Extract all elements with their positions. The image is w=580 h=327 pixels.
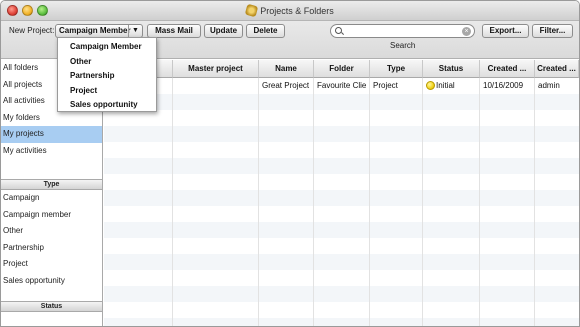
clear-search-icon[interactable]: ×	[462, 27, 471, 36]
table-row	[104, 302, 579, 318]
new-project-combo[interactable]: Campaign Member ▼	[55, 24, 143, 38]
column-header-type[interactable]: Type	[370, 60, 423, 78]
column-header-created-date[interactable]: Created ...	[480, 60, 535, 78]
type-section-header: Type	[1, 179, 102, 190]
status-section-header: Status	[1, 301, 102, 312]
update-button[interactable]: Update	[204, 24, 243, 38]
new-project-dropdown-menu: Campaign Member Other Partnership Projec…	[57, 37, 157, 112]
column-divider	[172, 78, 173, 326]
table-row	[104, 110, 579, 126]
cell-type: Project	[373, 81, 398, 90]
table-row	[104, 126, 579, 142]
table-row	[104, 318, 579, 326]
sidebar-item-my-projects[interactable]: My projects	[1, 126, 102, 143]
column-divider	[422, 78, 423, 326]
table-row	[104, 174, 579, 190]
title-bar: Projects & Folders	[1, 1, 579, 21]
search-icon	[335, 27, 342, 34]
type-item-sales-opportunity[interactable]: Sales opportunity	[1, 273, 102, 290]
table-row	[104, 206, 579, 222]
table-row	[104, 222, 579, 238]
new-project-value: Campaign Member	[59, 26, 131, 35]
cell-folder: Favourite Clie	[317, 81, 367, 90]
column-header-folder[interactable]: Folder	[314, 60, 370, 78]
column-header-name[interactable]: Name	[259, 60, 314, 78]
projects-folders-icon	[244, 3, 259, 18]
table-row	[104, 238, 579, 254]
export-button[interactable]: Export...	[482, 24, 529, 38]
projects-table: Master project Name Folder Type Status C…	[104, 60, 579, 326]
type-item-project[interactable]: Project	[1, 256, 102, 273]
status-dot-icon	[426, 81, 435, 90]
table-row	[104, 142, 579, 158]
menu-item-other[interactable]: Other	[58, 55, 156, 70]
table-row	[104, 270, 579, 286]
filter-button[interactable]: Filter...	[532, 24, 573, 38]
search-field[interactable]: ×	[330, 24, 475, 38]
cell-master-project	[173, 78, 259, 94]
cell-name: Great Project	[262, 81, 310, 90]
cell-status-text: Initial	[436, 81, 455, 90]
sidebar-item-my-activities[interactable]: My activities	[1, 143, 102, 160]
menu-item-sales-opportunity[interactable]: Sales opportunity	[58, 98, 156, 113]
window-title: Projects & Folders	[260, 6, 334, 16]
type-item-campaign[interactable]: Campaign	[1, 190, 102, 207]
menu-item-campaign-member[interactable]: Campaign Member	[58, 40, 156, 55]
delete-button[interactable]: Delete	[246, 24, 285, 38]
table-row	[104, 158, 579, 174]
type-item-other[interactable]: Other	[1, 223, 102, 240]
table-row	[104, 190, 579, 206]
cell-created-date: 10/16/2009	[483, 81, 524, 90]
window-title-wrap: Projects & Folders	[1, 3, 579, 18]
type-item-partnership[interactable]: Partnership	[1, 240, 102, 257]
table-row	[104, 94, 579, 110]
menu-item-partnership[interactable]: Partnership	[58, 69, 156, 84]
cell-status: Initial	[423, 78, 480, 94]
type-item-campaign-member[interactable]: Campaign member	[1, 207, 102, 224]
search-label: Search	[390, 41, 416, 50]
column-divider	[369, 78, 370, 326]
mass-mail-button[interactable]: Mass Mail	[147, 24, 201, 38]
column-header-master-project[interactable]: Master project	[173, 60, 259, 78]
new-project-label: New Project:	[9, 26, 55, 35]
menu-item-project[interactable]: Project	[58, 84, 156, 99]
column-header-created-by[interactable]: Created ...	[535, 60, 579, 78]
app-window: Projects & Folders New Project: Campaign…	[0, 0, 580, 327]
column-header-status[interactable]: Status	[423, 60, 480, 78]
cell-created-by: admin	[538, 81, 560, 90]
column-divider	[313, 78, 314, 326]
column-divider	[258, 78, 259, 326]
table-row	[104, 254, 579, 270]
column-divider	[534, 78, 535, 326]
chevron-down-icon[interactable]: ▼	[128, 25, 142, 37]
table-row	[104, 286, 579, 302]
column-divider	[479, 78, 480, 326]
